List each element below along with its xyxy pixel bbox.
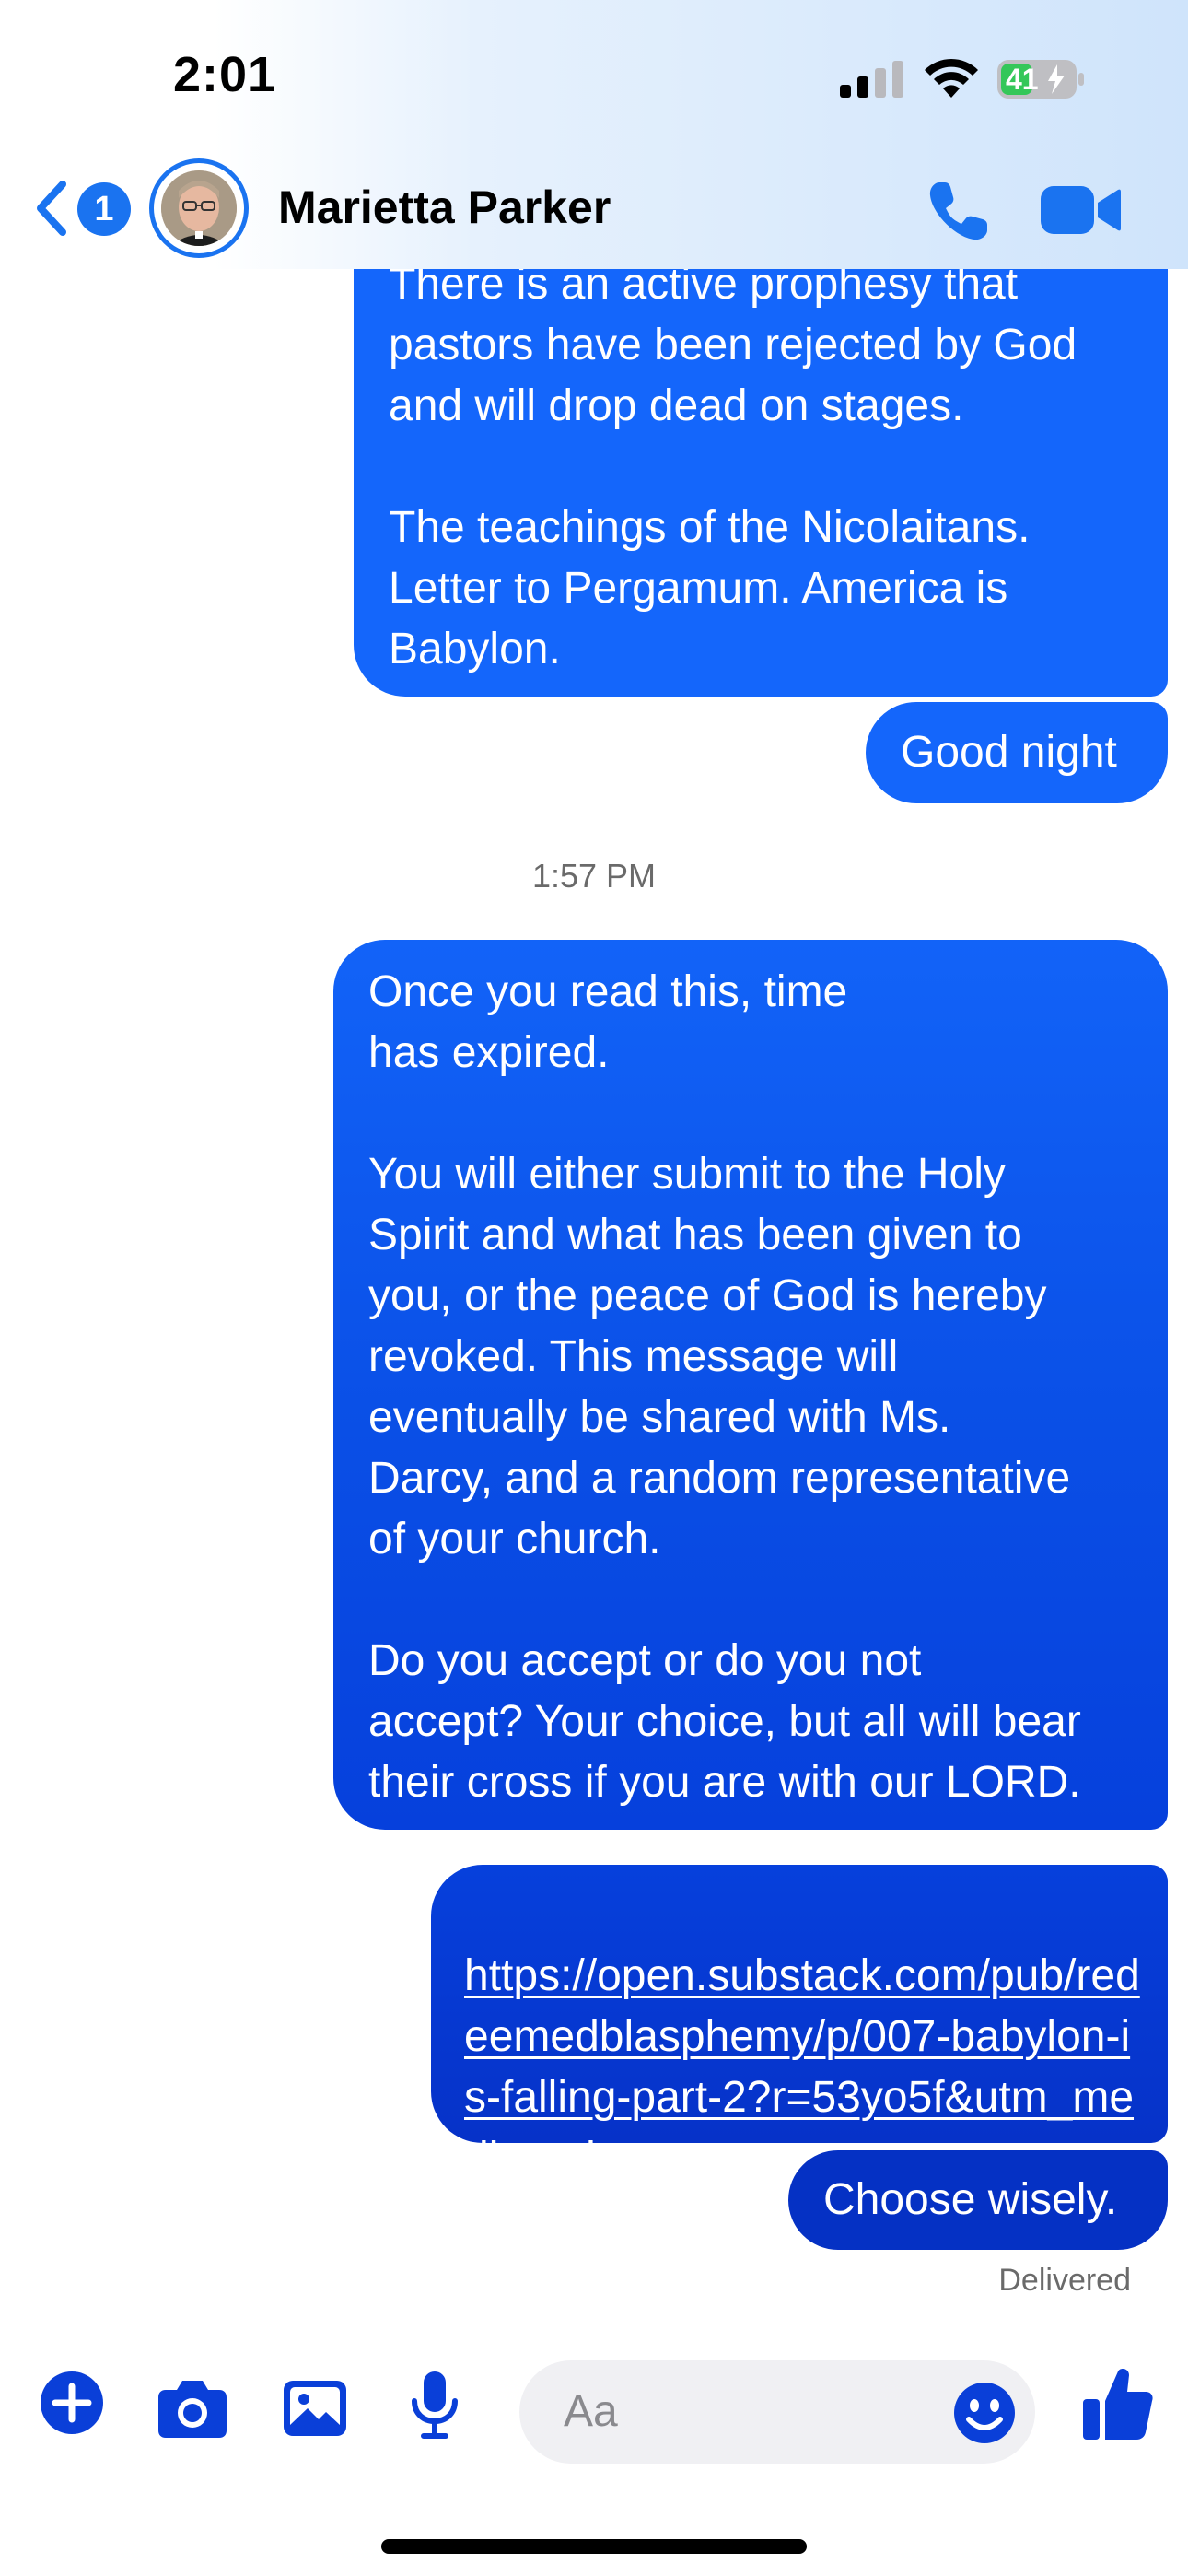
back-chevron-icon	[37, 181, 66, 236]
delivery-status: Delivered	[998, 2263, 1131, 2298]
top-bar: 2:01 41 1 Marietta Parker	[0, 0, 1188, 269]
plus-icon[interactable]	[39, 2370, 105, 2436]
home-indicator[interactable]	[381, 2539, 807, 2554]
phone-icon[interactable]	[925, 177, 993, 245]
message-input-placeholder: Aa	[564, 2387, 618, 2436]
message-link[interactable]: https://open.substack.com/pub/redeemedbl…	[464, 1951, 1140, 2183]
contact-avatar[interactable]	[149, 158, 249, 258]
message-timestamp: 1:57 PM	[531, 857, 657, 895]
message-bubble-outgoing[interactable]: Once you read this, time has expired. Yo…	[333, 940, 1168, 1830]
camera-icon[interactable]	[157, 2375, 228, 2440]
message-input[interactable]: Aa	[519, 2360, 1035, 2464]
message-bubble-link[interactable]: https://open.substack.com/pub/redeemedbl…	[431, 1865, 1168, 2183]
message-bubble-outgoing[interactable]: Good night	[866, 702, 1168, 803]
battery-level: 41	[1006, 63, 1039, 96]
thumbs-up-icon[interactable]	[1081, 2364, 1155, 2443]
battery-charging-icon: 41	[996, 59, 1085, 100]
wifi-icon	[925, 58, 978, 98]
message-bubble-outgoing[interactable]: Choose wisely.	[788, 2150, 1168, 2250]
avatar	[161, 170, 237, 246]
cellular-signal-icon	[840, 61, 903, 98]
status-time: 2:01	[173, 47, 277, 102]
back-button[interactable]: 1	[33, 175, 131, 243]
microphone-icon[interactable]	[409, 2370, 460, 2440]
messenger-chat-screen: There is an active prophesy that pastors…	[0, 0, 1188, 2576]
emoji-icon[interactable]	[952, 2381, 1017, 2445]
video-camera-icon[interactable]	[1039, 181, 1122, 240]
unread-count-badge: 1	[77, 182, 131, 236]
contact-name[interactable]: Marietta Parker	[278, 181, 611, 234]
image-icon[interactable]	[282, 2379, 348, 2438]
